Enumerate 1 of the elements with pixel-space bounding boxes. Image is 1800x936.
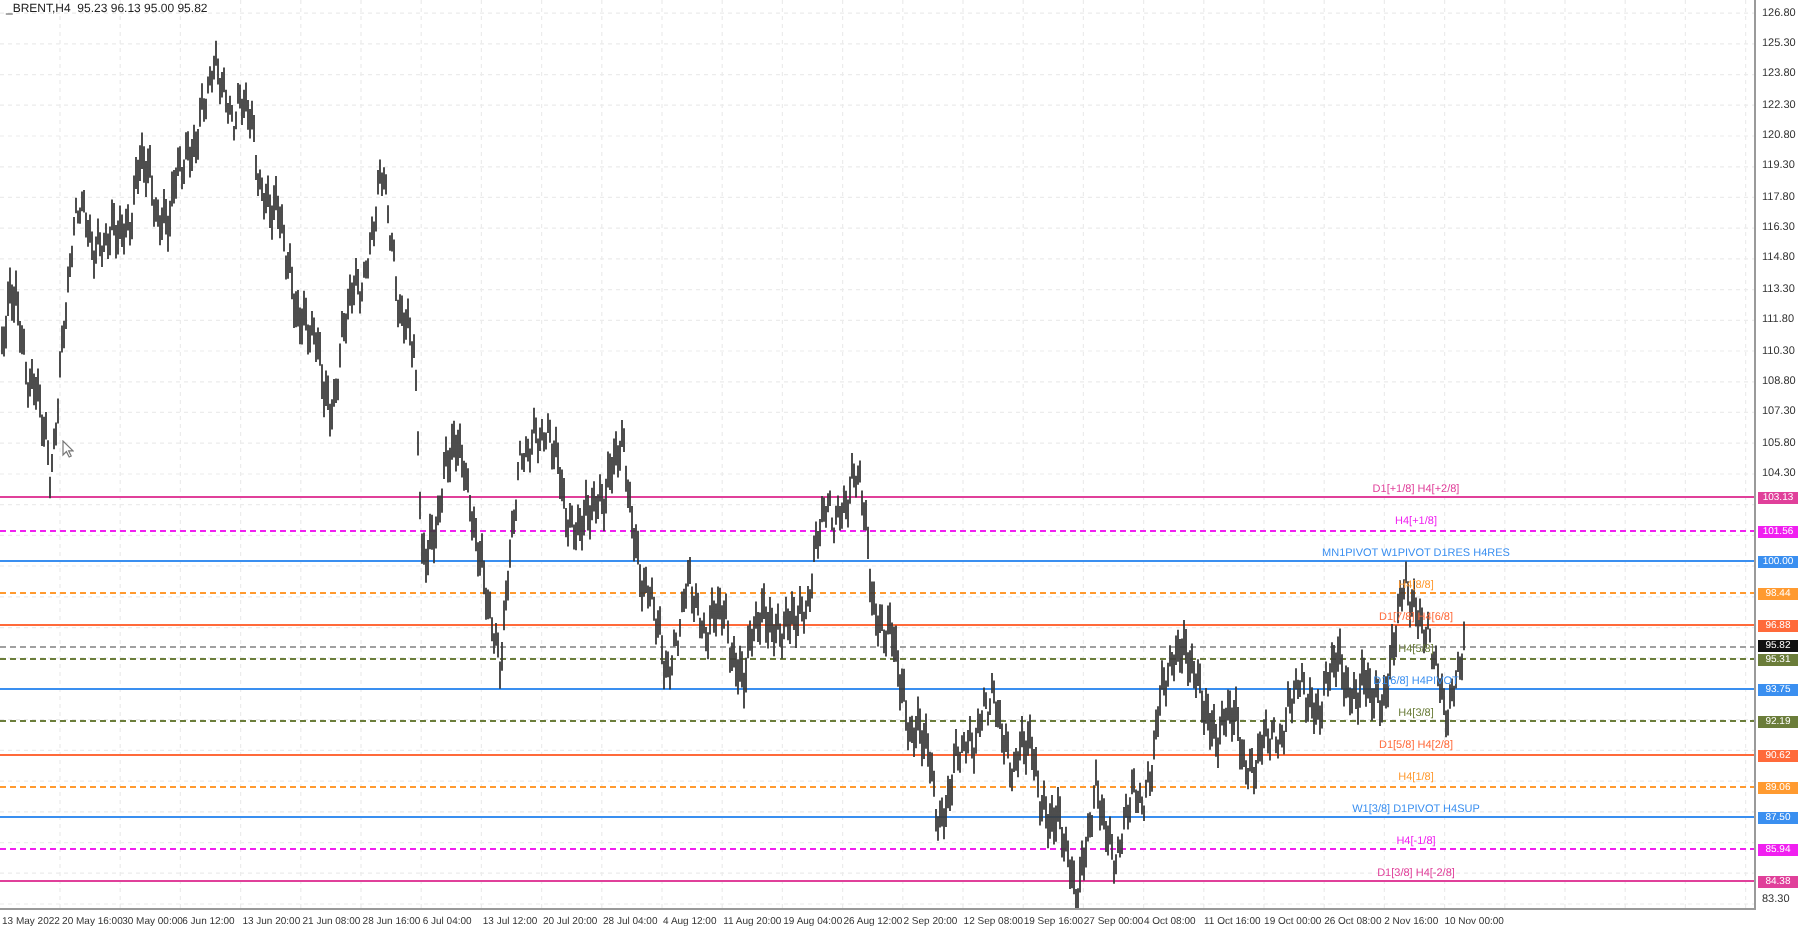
- cursor-icon: [62, 440, 74, 458]
